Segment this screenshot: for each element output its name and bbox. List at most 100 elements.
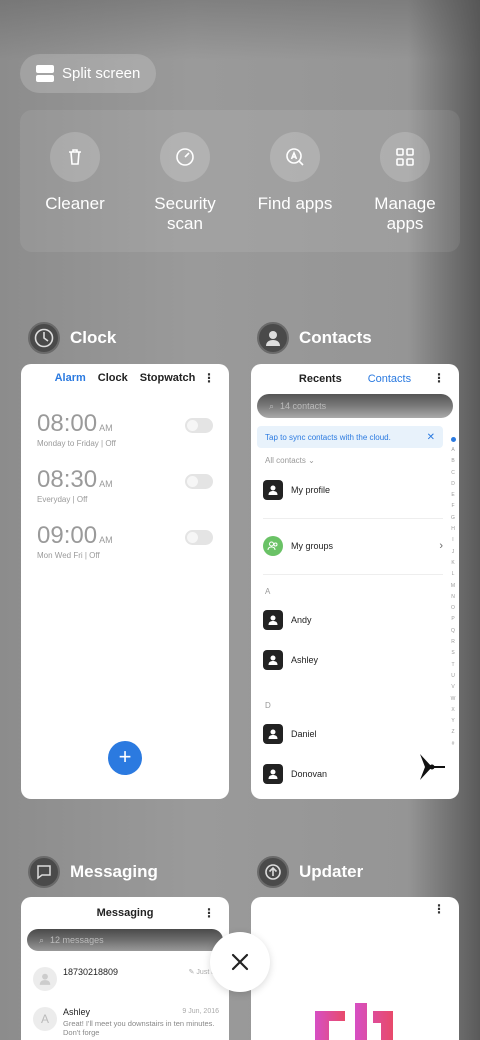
miui-logo-icon: [315, 1003, 395, 1040]
contact-row[interactable]: Donovan: [263, 762, 443, 786]
clock-app-card[interactable]: Alarm Clock Stopwatch ⋮ 08:00 AM Monday t…: [21, 364, 229, 799]
alphabet-letter[interactable]: I: [452, 535, 453, 546]
alphabet-letter[interactable]: #: [452, 739, 455, 750]
my-groups-row[interactable]: My groups ›: [263, 534, 443, 558]
alphabet-letter[interactable]: P: [451, 614, 454, 625]
alphabet-letter[interactable]: V: [451, 682, 454, 693]
contacts-search-input[interactable]: ⌕ 14 contacts: [257, 394, 453, 418]
split-screen-label: Split screen: [62, 65, 141, 82]
alphabet-letter[interactable]: X: [451, 705, 454, 716]
alphabet-letter[interactable]: W: [451, 694, 456, 705]
split-screen-button[interactable]: Split screen: [20, 54, 156, 93]
arrow-up-icon: [257, 856, 289, 888]
updater-app-card[interactable]: ⋮: [251, 897, 459, 1040]
message-preview: Great! I'll meet you downstairs in ten m…: [63, 1019, 215, 1037]
alarm-time: 08:00: [37, 410, 98, 437]
more-options-icon[interactable]: ⋮: [433, 372, 445, 384]
security-scan-tool[interactable]: Security scan: [130, 132, 240, 234]
messaging-app-header[interactable]: Messaging: [28, 856, 158, 888]
find-apps-label: Find apps: [257, 194, 333, 213]
quick-tools-panel: Cleaner Security scan Find apps Manage a…: [20, 110, 460, 252]
more-options-icon[interactable]: ⋮: [433, 903, 445, 915]
tab-stopwatch[interactable]: Stopwatch: [140, 372, 196, 384]
contact-row[interactable]: Andy: [263, 608, 443, 632]
alphabet-letter[interactable]: M: [451, 581, 455, 592]
heart-icon: [450, 437, 456, 442]
alphabet-letter[interactable]: F: [451, 501, 454, 512]
alphabet-letter[interactable]: Q: [451, 626, 455, 637]
alphabet-letter[interactable]: Z: [451, 727, 454, 738]
close-icon[interactable]: ✕: [427, 432, 435, 443]
contacts-filter[interactable]: All contacts ⌄: [265, 456, 315, 465]
avatar: A: [33, 1007, 57, 1031]
my-groups-label: My groups: [291, 541, 334, 551]
alphabet-letter[interactable]: B: [451, 456, 454, 467]
alarm-item[interactable]: 08:30 AM Everyday | Off: [37, 466, 213, 510]
alphabet-letter[interactable]: K: [451, 558, 454, 569]
contacts-app-card[interactable]: Recents Contacts ⋮ ⌕ 14 contacts Tap to …: [251, 364, 459, 799]
person-icon: [263, 764, 283, 784]
sync-banner[interactable]: Tap to sync contacts with the cloud. ✕: [257, 426, 443, 448]
message-sender: Ashley: [63, 1007, 91, 1017]
message-row[interactable]: 18730218809 ✎ Just no: [33, 965, 219, 995]
alphabet-letter[interactable]: T: [451, 660, 454, 671]
clock-app-header[interactable]: Clock: [28, 322, 116, 354]
alarm-toggle[interactable]: [185, 530, 213, 545]
alphabet-letter[interactable]: C: [451, 468, 455, 479]
alarm-toggle[interactable]: [185, 474, 213, 489]
contact-row[interactable]: Daniel: [263, 722, 443, 746]
alarm-time: 08:30: [37, 466, 98, 493]
more-options-icon[interactable]: ⋮: [203, 907, 215, 919]
alphabet-letter[interactable]: J: [452, 547, 455, 558]
contacts-app-name: Contacts: [299, 328, 372, 347]
alphabet-letter[interactable]: Y: [451, 716, 454, 727]
alarm-item[interactable]: 09:00 AM Mon Wed Fri | Off: [37, 522, 213, 566]
contacts-app-header[interactable]: Contacts: [257, 322, 372, 354]
contact-name: Donovan: [291, 769, 328, 779]
contact-name: Andy: [291, 615, 312, 625]
alarm-item[interactable]: 08:00 AM Monday to Friday | Off: [37, 410, 213, 454]
alphabet-letter[interactable]: D: [451, 479, 455, 490]
alphabet-index[interactable]: A B C D E F G H I J K L M N O P Q R S T U V W X Y Z #: [449, 434, 457, 750]
alphabet-letter[interactable]: L: [452, 569, 455, 580]
alphabet-letter[interactable]: H: [451, 524, 455, 535]
messages-search-input[interactable]: ⌕ 12 messages: [27, 929, 223, 951]
alarm-toggle[interactable]: [185, 418, 213, 433]
alphabet-letter[interactable]: O: [451, 603, 455, 614]
alphabet-letter[interactable]: A: [451, 445, 454, 456]
tab-recents[interactable]: Recents: [299, 373, 342, 385]
add-alarm-button[interactable]: +: [108, 741, 142, 775]
contacts-icon: [257, 322, 289, 354]
alarm-ampm: AM: [99, 479, 113, 489]
cleaner-tool[interactable]: Cleaner: [20, 132, 130, 214]
alphabet-letter[interactable]: N: [451, 592, 455, 603]
my-profile-label: My profile: [291, 485, 331, 495]
message-row[interactable]: A Ashley 9 Jun, 2016 Great! I'll meet yo…: [33, 1005, 219, 1037]
message-sender: 18730218809: [63, 967, 119, 977]
chat-bubble-icon: [28, 856, 60, 888]
messaging-app-card[interactable]: Messaging ⋮ ⌕ 12 messages 18730218809 ✎ …: [21, 897, 229, 1040]
contacts-tabs: Recents Contacts: [251, 373, 459, 385]
alphabet-letter[interactable]: E: [451, 490, 454, 501]
alphabet-letter[interactable]: R: [451, 637, 455, 648]
my-profile-row[interactable]: My profile: [263, 478, 443, 502]
close-all-button[interactable]: [210, 932, 270, 992]
avatar: [33, 967, 57, 991]
tab-contacts[interactable]: Contacts: [368, 373, 411, 385]
manage-apps-tool[interactable]: Manage apps: [350, 132, 460, 234]
split-screen-icon: [36, 65, 54, 82]
search-icon: ⌕: [269, 400, 275, 411]
tab-clock[interactable]: Clock: [98, 372, 128, 384]
contact-row[interactable]: Ashley: [263, 648, 443, 672]
group-icon: [263, 536, 283, 556]
alphabet-letter[interactable]: G: [451, 513, 455, 524]
updater-app-header[interactable]: Updater: [257, 856, 363, 888]
tab-alarm[interactable]: Alarm: [55, 372, 86, 384]
find-apps-tool[interactable]: Find apps: [240, 132, 350, 214]
alarm-days: Monday to Friday | Off: [37, 439, 116, 448]
alphabet-letter[interactable]: S: [451, 648, 454, 659]
more-options-icon[interactable]: ⋮: [203, 372, 215, 384]
alphabet-letter[interactable]: U: [451, 671, 455, 682]
speedometer-icon: [160, 132, 210, 182]
contacts-search-placeholder: 14 contacts: [280, 401, 327, 411]
